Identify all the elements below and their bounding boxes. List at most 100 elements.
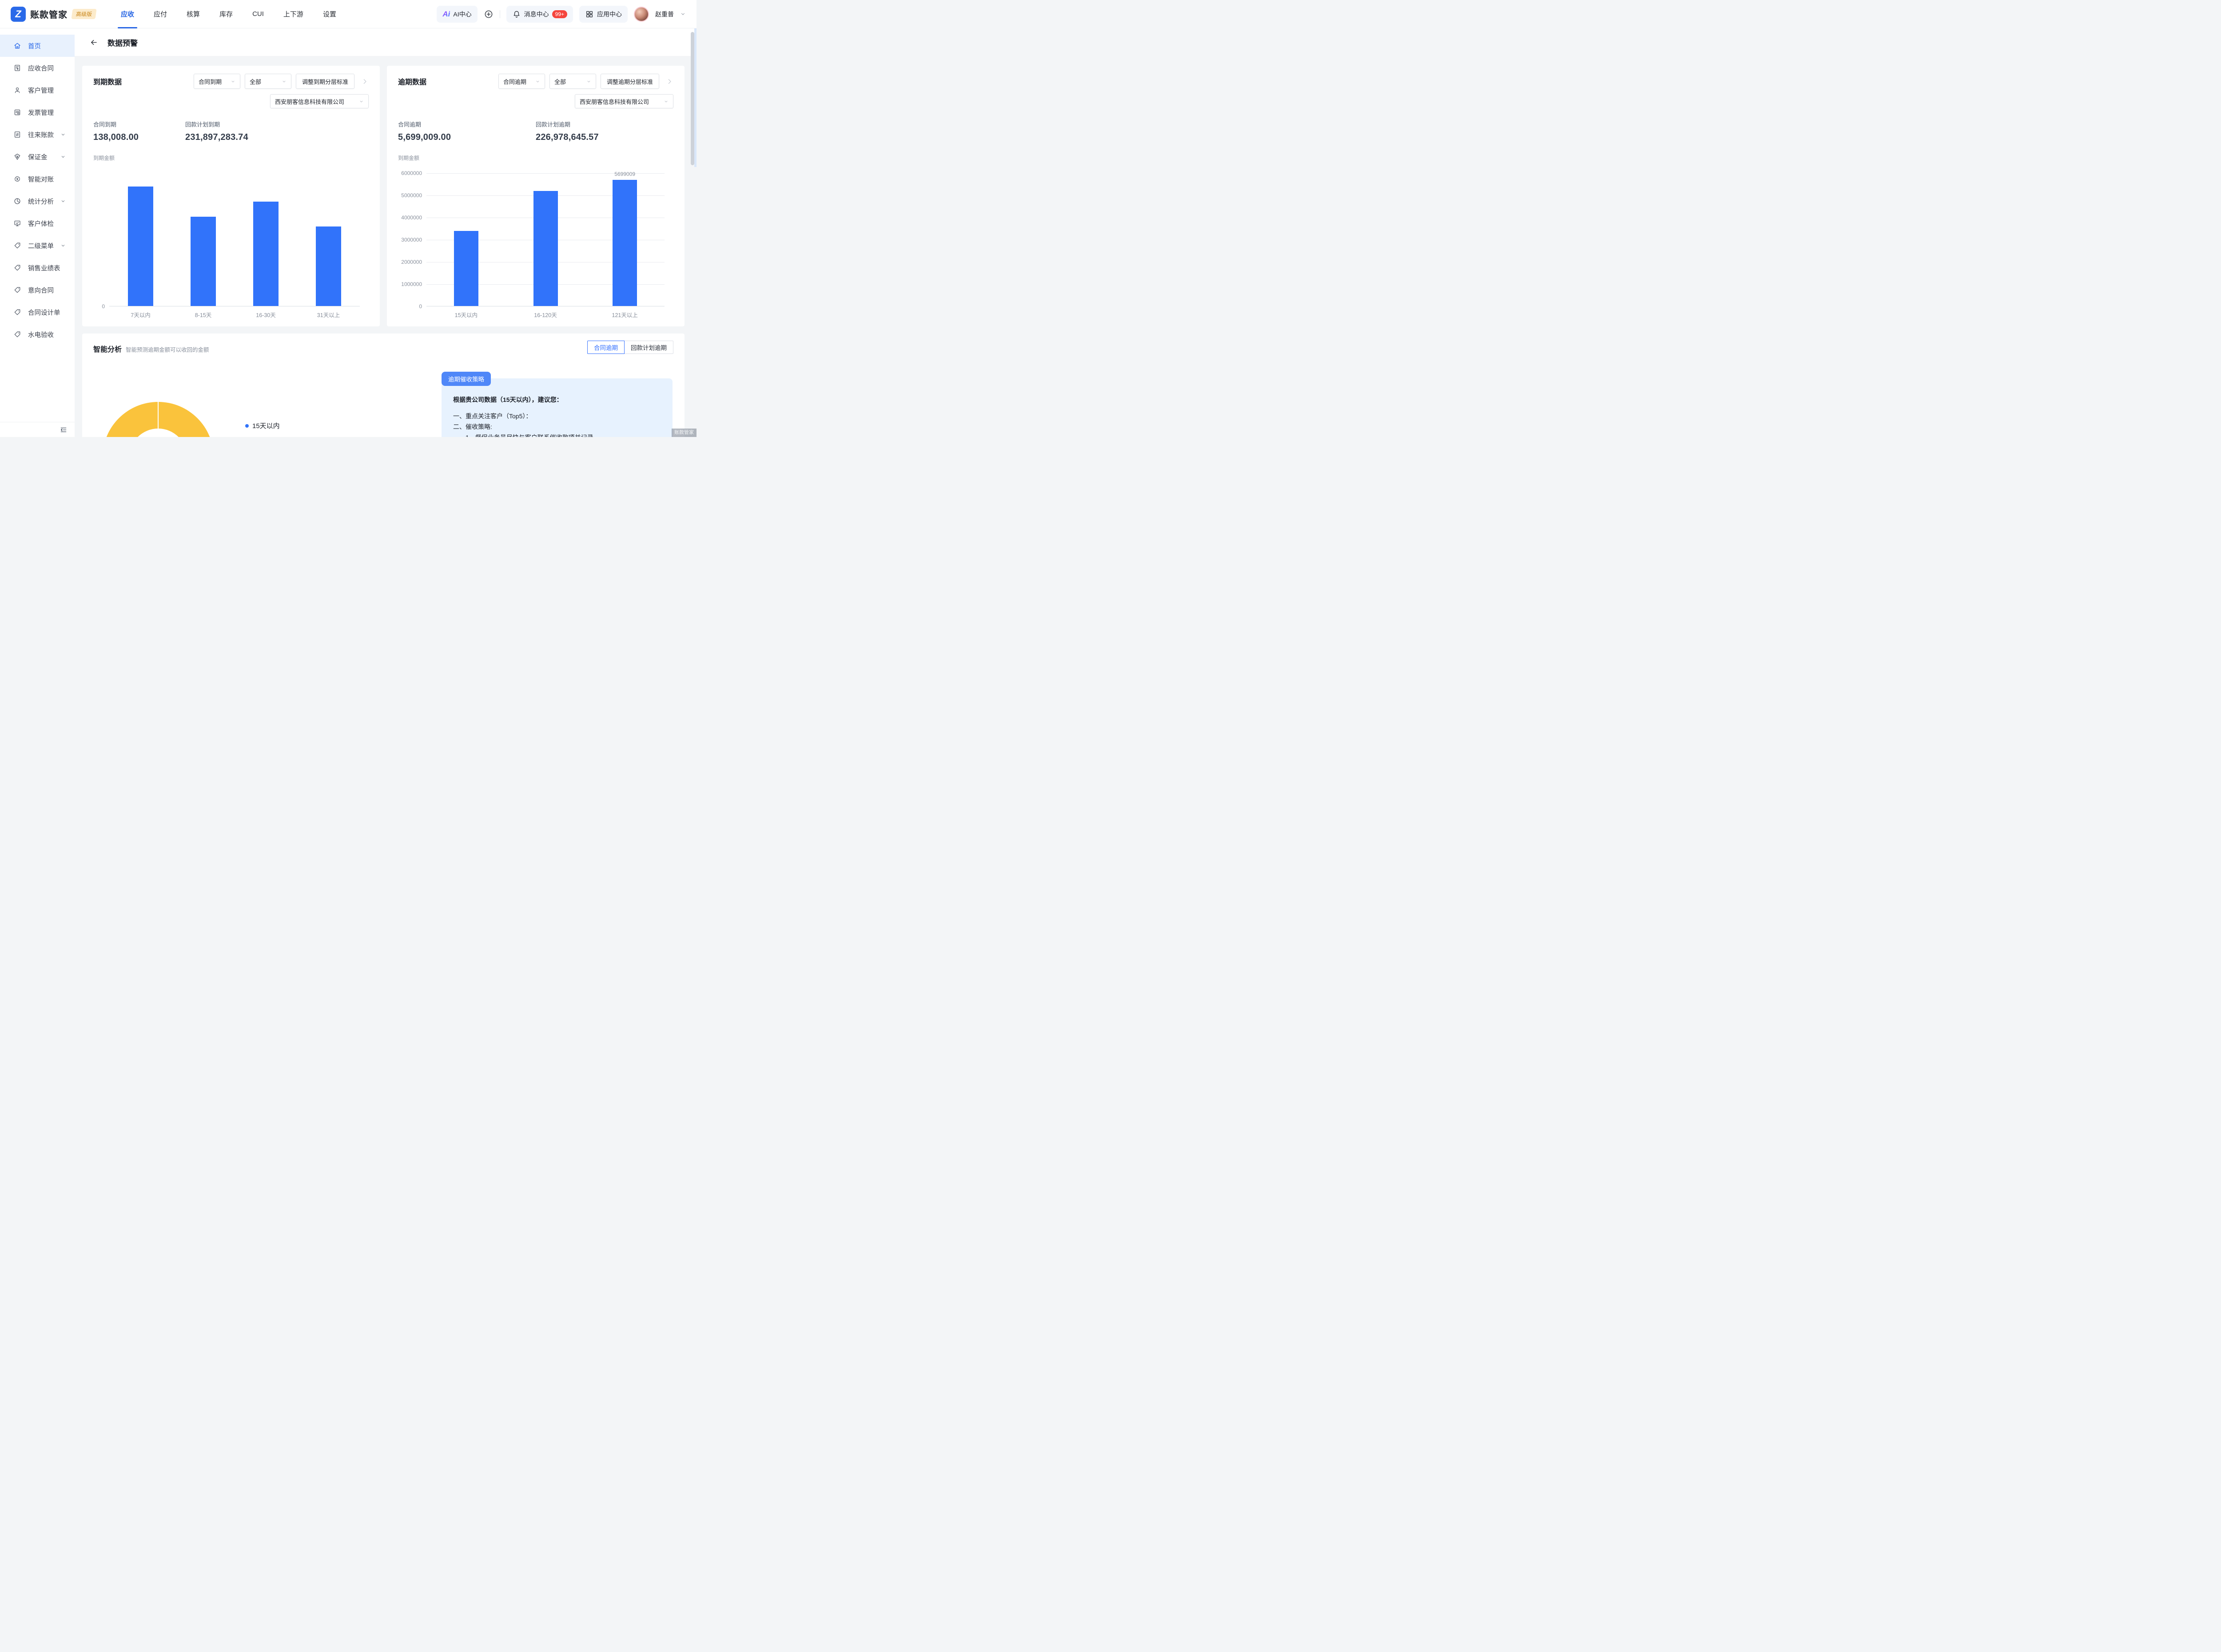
toggle-contract-overdue[interactable]: 合同逾期 <box>587 341 625 354</box>
nav-tab-settings[interactable]: 设置 <box>322 0 337 28</box>
avatar[interactable] <box>634 7 649 22</box>
x-tick-label: 8-15天 <box>172 310 235 319</box>
tag-icon <box>13 286 21 294</box>
adjust-overdue-tier-button[interactable]: 调整逾期分层标准 <box>601 74 659 89</box>
sidebar-item-secondary-menu[interactable]: 二级菜单 <box>0 234 75 257</box>
app-logo-icon: Z <box>11 7 26 22</box>
overdue-scope-select[interactable]: 全部 <box>549 74 596 89</box>
sidebar-item-home[interactable]: 首页 <box>0 35 75 57</box>
brand: Z 账款管家 高级版 <box>11 7 96 22</box>
username: 赵重普 <box>655 10 674 19</box>
adjust-due-tier-button[interactable]: 调整到期分层标准 <box>296 74 354 89</box>
chart-y-axis-label: 到期金额 <box>398 154 673 162</box>
health-icon <box>13 219 21 227</box>
legend-label: 15天以内 <box>252 421 280 430</box>
x-tick-label: 16-30天 <box>235 310 297 319</box>
plus-circle-icon[interactable] <box>484 9 494 19</box>
sidebar: 首页应收合同客户管理发票管理往来账款保证金智能对账统计分析客户体检二级菜单销售业… <box>0 28 75 437</box>
y-tick-label: 1000000 <box>401 281 422 287</box>
chevron-down-icon <box>60 154 66 159</box>
sidebar-item-receivable-contract[interactable]: 应收合同 <box>0 57 75 79</box>
chevron-down-icon <box>60 199 66 204</box>
topbar-right: Ai AI中心 消息中心 99+ 应用中心 赵重普 <box>437 6 686 23</box>
scrollbar-thumb[interactable] <box>691 32 694 165</box>
strategy-tag: 逾期催收策略 <box>442 372 491 386</box>
x-tick-label: 31天以上 <box>297 310 360 319</box>
x-tick-label: 121天以上 <box>585 310 665 319</box>
customer-icon <box>13 86 21 94</box>
main-nav: 应收应付核算库存 CUI 上下游设置 <box>120 0 355 28</box>
nav-tab-receivable[interactable]: 应收 <box>120 0 135 28</box>
watermark: 账款管家 <box>672 429 697 437</box>
bar-16-30天 <box>253 202 279 307</box>
overdue-company-select[interactable]: 西安朋客信息科技有限公司 <box>575 94 673 108</box>
chevron-down-icon[interactable] <box>680 11 686 17</box>
analysis-title: 智能分析 <box>93 343 122 354</box>
overdue-data-card: 逾期数据 合同逾期 全部 调整逾期分层标准 <box>387 66 685 326</box>
due-type-select[interactable]: 合同到期 <box>194 74 240 89</box>
page-header: 数据预警 <box>75 28 697 56</box>
stat-value: 138,008.00 <box>93 132 185 143</box>
chevron-down-icon <box>664 99 669 104</box>
x-axis-labels: 7天以内8-15天16-30天31天以上 <box>109 310 360 319</box>
y-tick-label: 6000000 <box>401 170 422 176</box>
recoverable-donut-chart <box>103 402 214 437</box>
sidebar-item-intent-contract[interactable]: 意向合同 <box>0 279 75 301</box>
contract-icon <box>13 64 21 72</box>
stat-label: 回款计划到期 <box>185 120 248 128</box>
nav-tab-payable[interactable]: 应付 <box>153 0 168 28</box>
topbar: Z 账款管家 高级版 应收应付核算库存 CUI 上下游设置 Ai AI中心 消息中心… <box>0 0 697 28</box>
reconcile-icon <box>13 175 21 183</box>
sidebar-item-sales-performance[interactable]: 销售业绩表 <box>0 257 75 279</box>
chevron-right-icon[interactable] <box>361 78 369 85</box>
due-scope-select[interactable]: 全部 <box>245 74 291 89</box>
y-tick-label: 4000000 <box>401 214 422 221</box>
chart-y-axis-label: 到期金额 <box>93 154 369 162</box>
bar-value-label: 5699009 <box>614 171 635 177</box>
app-center-button[interactable]: 应用中心 <box>579 6 628 23</box>
chevron-down-icon <box>586 79 591 84</box>
chevron-down-icon <box>535 79 540 84</box>
nav-tab-upstream-downstream[interactable]: 上下游 <box>283 0 304 28</box>
donut-segment-gap <box>158 402 159 429</box>
nav-tab-cui[interactable]: CUI <box>251 0 265 28</box>
due-company-select[interactable]: 西安朋客信息科技有限公司 <box>270 94 369 108</box>
chevron-down-icon <box>359 99 364 104</box>
back-arrow-icon[interactable] <box>90 38 98 47</box>
due-data-card: 到期数据 合同到期 全部 调整到期分层标准 <box>82 66 380 326</box>
sidebar-item-customer-management[interactable]: 客户管理 <box>0 79 75 101</box>
bar-15天以内 <box>454 231 478 306</box>
nav-tab-accounting[interactable]: 核算 <box>186 0 201 28</box>
bar-16-120天 <box>533 191 558 306</box>
stat-value: 226,978,645.57 <box>536 132 599 143</box>
sidebar-item-smart-reconciliation[interactable]: 智能对账 <box>0 168 75 190</box>
message-count-badge: 99+ <box>552 10 567 18</box>
sidebar-item-customer-checkup[interactable]: 客户体检 <box>0 212 75 234</box>
stat-value: 231,897,283.74 <box>185 132 248 143</box>
toggle-plan-overdue[interactable]: 回款计划逾期 <box>624 341 673 354</box>
chevron-right-icon[interactable] <box>666 78 673 85</box>
overdue-card-title: 逾期数据 <box>398 76 426 87</box>
sidebar-item-statistics-analysis[interactable]: 统计分析 <box>0 190 75 212</box>
sidebar-item-contract-design[interactable]: 合同设计单 <box>0 301 75 323</box>
tag-icon <box>13 242 21 250</box>
stats-icon <box>13 197 21 205</box>
collapse-sidebar-icon[interactable] <box>60 426 68 434</box>
nav-tab-inventory[interactable]: 库存 <box>219 0 234 28</box>
main-area: 数据预警 到期数据 合同到期 <box>75 28 697 437</box>
donut-hole <box>129 429 187 437</box>
message-center-button[interactable]: 消息中心 99+ <box>506 6 573 23</box>
tag-icon <box>13 330 21 338</box>
sidebar-item-deposit[interactable]: 保证金 <box>0 146 75 168</box>
ai-center-button[interactable]: Ai AI中心 <box>437 6 477 23</box>
sidebar-item-utilities-acceptance[interactable]: 水电验收 <box>0 323 75 345</box>
y-tick-label: 0 <box>419 303 422 310</box>
strategy-line: 1、督促业务员尽快与客户联系催收款项并记录 <box>453 432 661 437</box>
version-badge: 高级版 <box>71 9 96 19</box>
due-bar-chart: 0 7天以内8-15天16-30天31天以上 <box>109 173 360 319</box>
donut-legend: 15天以内 0(0%) <box>245 421 280 437</box>
overdue-type-select[interactable]: 合同逾期 <box>498 74 545 89</box>
chevron-down-icon <box>60 132 66 137</box>
sidebar-item-current-accounts[interactable]: 往来账款 <box>0 123 75 146</box>
sidebar-item-invoice-management[interactable]: 发票管理 <box>0 101 75 123</box>
